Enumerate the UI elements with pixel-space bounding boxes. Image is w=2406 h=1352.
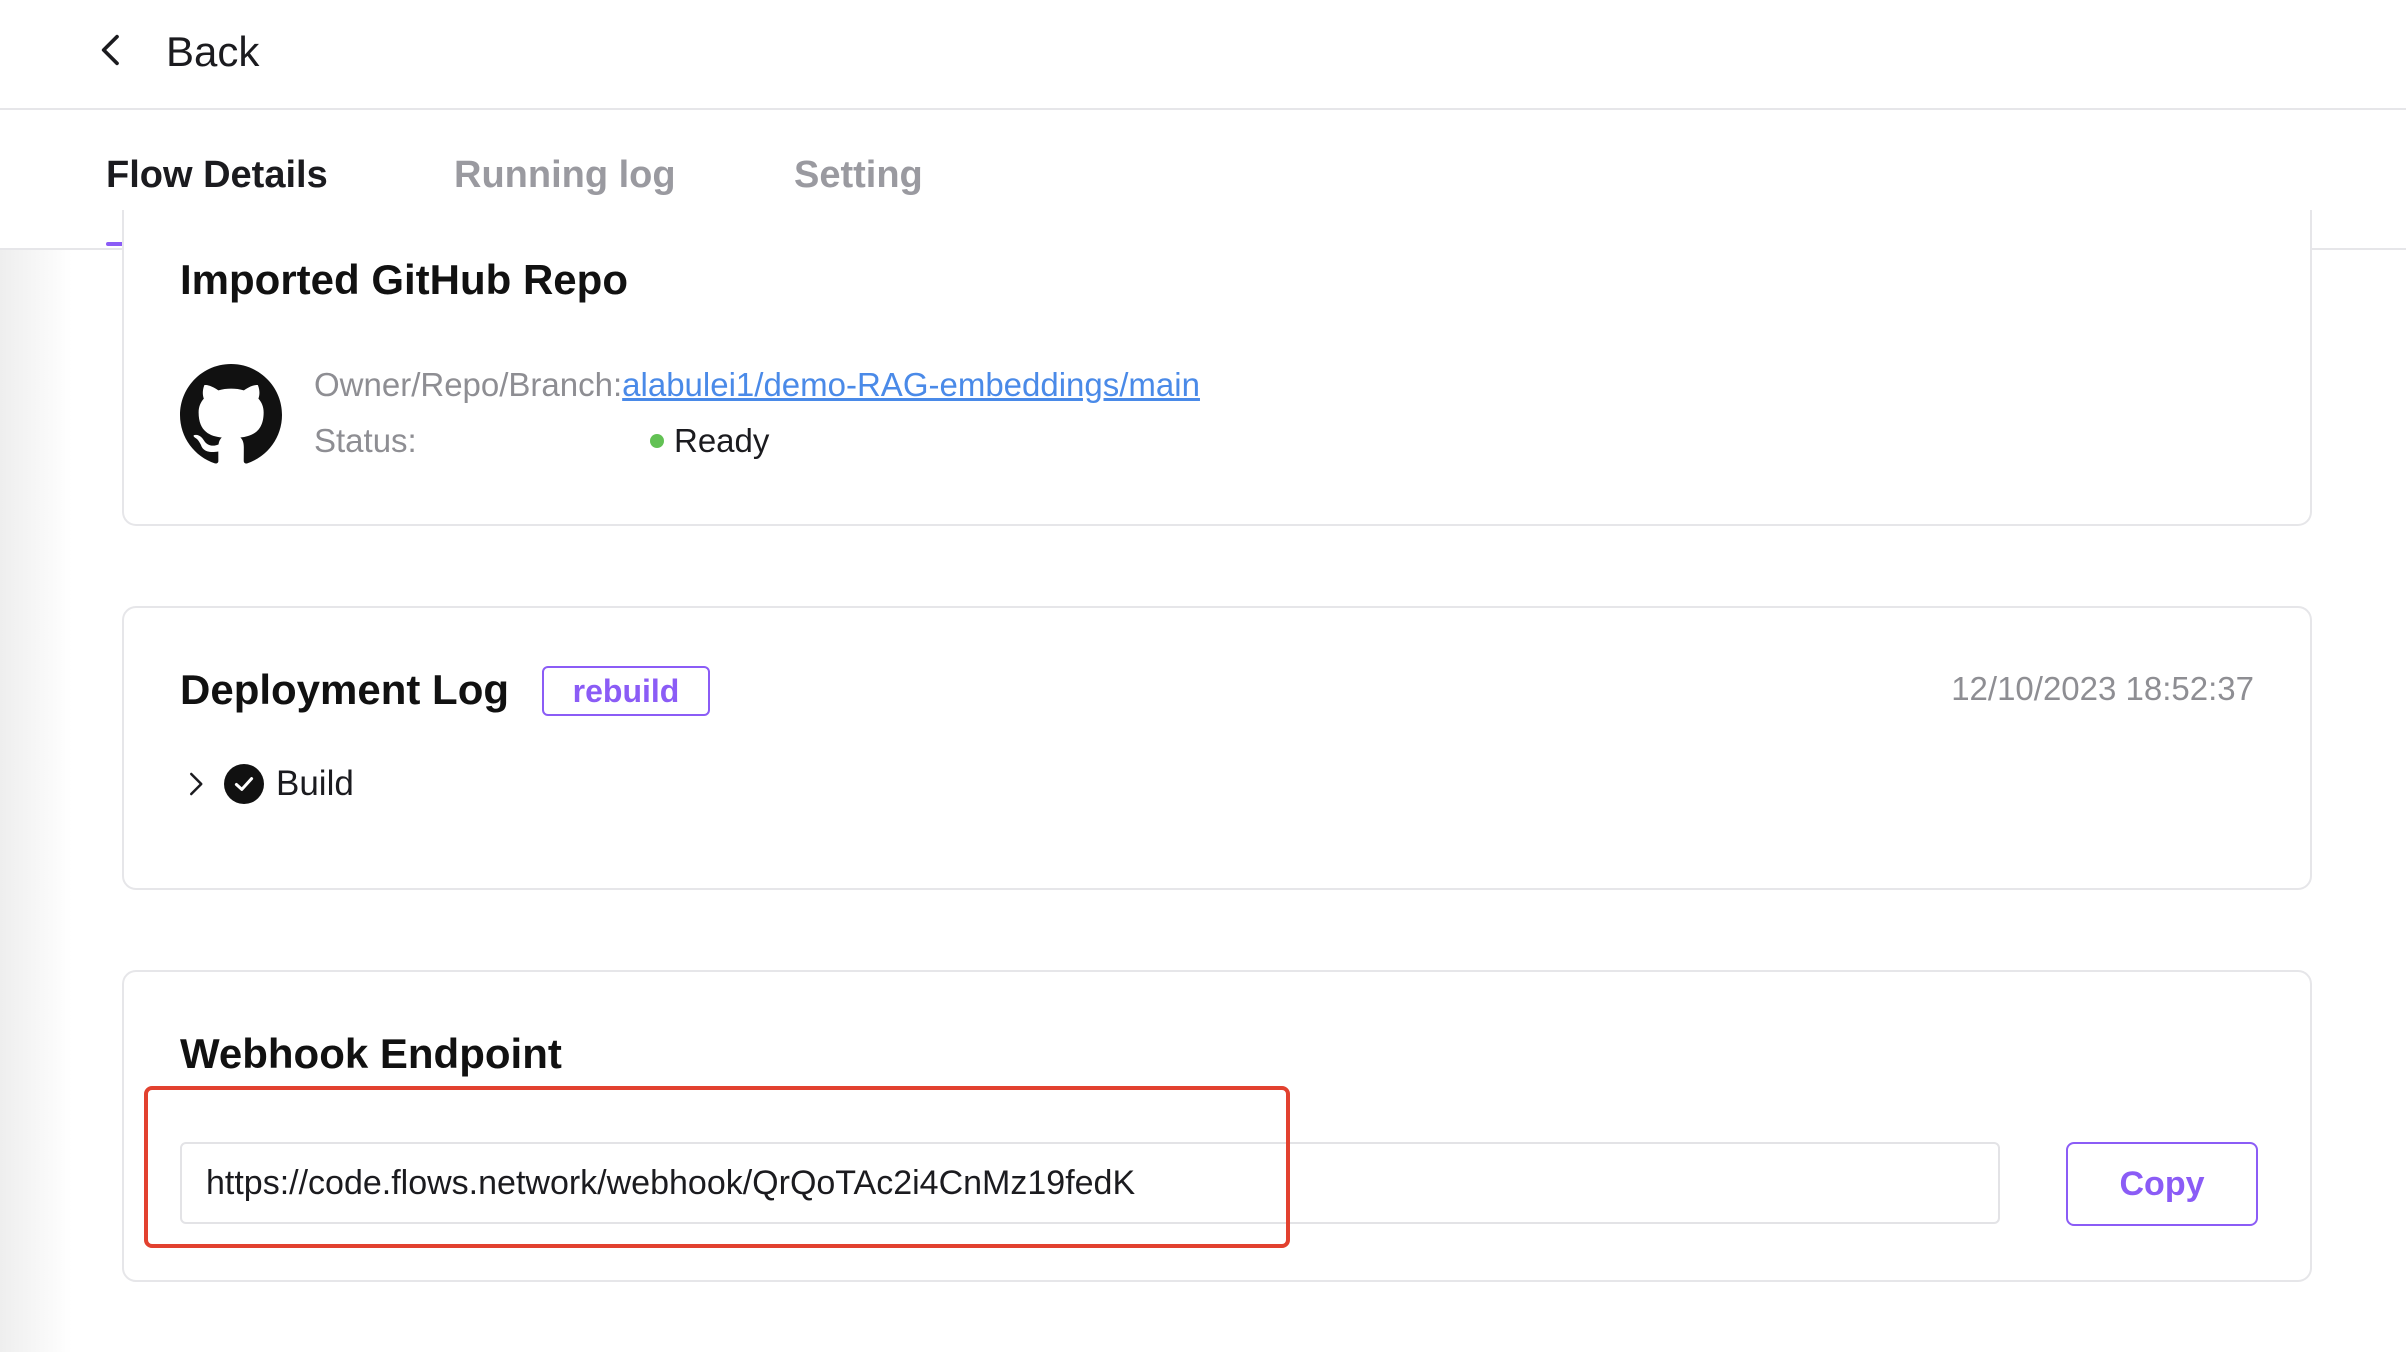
build-step-label: Build bbox=[276, 764, 354, 803]
repo-owner-row: Owner/Repo/Branch:alabulei1/demo-RAG-emb… bbox=[314, 366, 1200, 404]
chevron-right-icon[interactable] bbox=[180, 769, 210, 799]
deployment-timestamp: 12/10/2023 18:52:37 bbox=[1951, 670, 2254, 707]
top-bar: Back bbox=[0, 0, 2406, 110]
status-value: Ready bbox=[650, 422, 769, 460]
annotation-highlight-box bbox=[144, 1086, 1290, 1248]
status-label: Ready bbox=[674, 422, 770, 459]
repo-owner-key: Owner/Repo/Branch: bbox=[314, 366, 623, 403]
back-button[interactable]: Back bbox=[92, 20, 259, 84]
tab-flow-details[interactable]: Flow Details bbox=[106, 154, 328, 197]
github-repo-card: Imported GitHub Repo Owner/Repo/Branch:a… bbox=[122, 210, 2312, 526]
repo-status-key: Status: bbox=[314, 422, 417, 459]
tab-setting[interactable]: Setting bbox=[794, 154, 923, 197]
deployment-log-title: Deployment Log bbox=[180, 666, 510, 713]
tab-running-log[interactable]: Running log bbox=[454, 154, 676, 197]
github-repo-title: Imported GitHub Repo bbox=[180, 256, 628, 303]
deployment-log-card: Deployment Log rebuild 12/10/2023 18:52:… bbox=[122, 606, 2312, 890]
build-step-row[interactable]: Build bbox=[180, 762, 354, 806]
status-dot bbox=[650, 434, 664, 448]
back-label: Back bbox=[166, 28, 260, 75]
copy-button[interactable]: Copy bbox=[2066, 1142, 2258, 1226]
repo-status-row: Status: Ready bbox=[314, 422, 914, 466]
chevron-left-icon bbox=[92, 30, 132, 75]
github-icon bbox=[180, 364, 282, 466]
rebuild-button[interactable]: rebuild bbox=[542, 666, 710, 716]
webhook-endpoint-title: Webhook Endpoint bbox=[180, 1030, 562, 1077]
repo-owner-link[interactable]: alabulei1/demo-RAG-embeddings/main bbox=[622, 366, 1200, 403]
check-circle-icon bbox=[224, 764, 264, 804]
